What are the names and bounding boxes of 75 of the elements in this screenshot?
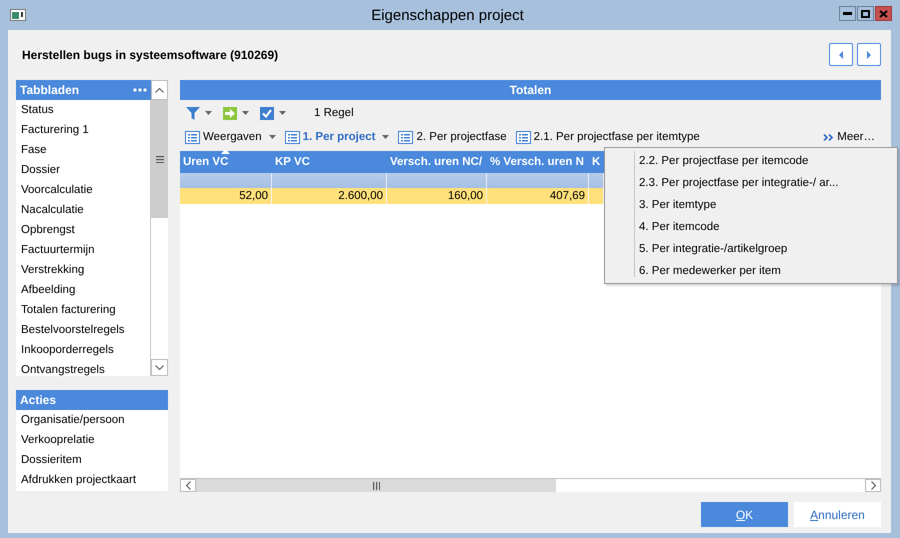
column-header[interactable]: KP VC xyxy=(272,151,387,173)
filter-icon xyxy=(186,106,200,120)
column-header[interactable]: Versch. uren NC/ xyxy=(387,151,487,173)
scroll-up-button[interactable] xyxy=(151,80,168,100)
panel-item[interactable]: Fase xyxy=(16,140,150,160)
menu-item[interactable]: 5. Per integratie-/artikelgroep xyxy=(605,238,897,260)
close-button[interactable] xyxy=(875,6,892,21)
table-cell: 52,00 xyxy=(180,188,272,204)
window-title: Eigenschappen project xyxy=(370,6,525,24)
panel-item[interactable]: Inkooporderregels xyxy=(16,340,150,360)
record-count: 1 Regel xyxy=(314,107,354,119)
panel-item[interactable]: Status xyxy=(16,100,150,120)
next-button[interactable] xyxy=(857,43,881,66)
view-tab[interactable]: Weergaven xyxy=(185,130,276,144)
panel-item[interactable]: Dossier xyxy=(16,160,150,180)
double-chevron-icon xyxy=(823,134,834,140)
caret-icon xyxy=(242,111,249,115)
menu-item[interactable]: 2.3. Per projectfase per integratie-/ ar... xyxy=(605,172,897,194)
menu-item[interactable]: 3. Per itemtype xyxy=(605,194,897,216)
caret-icon xyxy=(205,111,212,115)
panel-item[interactable]: Totalen facturering xyxy=(16,300,150,320)
panel-item[interactable]: Verstrekking xyxy=(16,260,150,280)
more-button[interactable]: Meer… xyxy=(823,131,875,143)
menu-item[interactable]: 2.2. Per projectfase per itemcode xyxy=(605,150,897,172)
maximize-button[interactable] xyxy=(857,6,874,21)
minimize-icon xyxy=(843,12,852,15)
column-header[interactable]: Uren VC xyxy=(180,151,272,173)
view-tab[interactable]: 2. Per projectfase xyxy=(398,130,507,144)
panel-item[interactable]: Bestelvoorstelregels xyxy=(16,320,150,340)
minimize-button[interactable] xyxy=(839,6,856,21)
more-icon xyxy=(133,88,147,92)
list-view-icon xyxy=(398,130,414,144)
table-cell: 160,00 xyxy=(387,188,487,204)
table-cell: 407,69 xyxy=(487,188,589,204)
panel-item[interactable]: Nacalculatie xyxy=(16,200,150,220)
column-header[interactable]: % Versch. uren N xyxy=(487,151,589,173)
panel-item[interactable]: Dossieritem xyxy=(16,450,168,470)
panel-item[interactable]: Afdrukken projectkaart xyxy=(16,470,168,490)
panel-title: Acties xyxy=(20,393,56,407)
panel-item[interactable]: Voorcalculatie xyxy=(16,180,150,200)
column-header[interactable]: K xyxy=(589,151,604,173)
left-triangle-icon xyxy=(839,50,843,58)
panel-item[interactable]: Afbeelding xyxy=(16,280,150,300)
ok-button[interactable]: OK xyxy=(701,502,788,527)
window-icon xyxy=(10,9,26,21)
panel-item[interactable]: Organisatie/persoon xyxy=(16,410,168,430)
caret-icon xyxy=(279,111,286,115)
table-cell: 2.600,00 xyxy=(272,188,387,204)
list-view-icon xyxy=(185,130,200,144)
panel-title: Tabbladen xyxy=(20,83,80,97)
panel-item[interactable]: Ontvangstregels xyxy=(16,360,150,376)
project-title: Herstellen bugs in systeemsoftware (910269) xyxy=(21,48,278,62)
previous-button[interactable] xyxy=(829,43,853,66)
menu-item[interactable]: 6. Per medewerker per item xyxy=(605,260,897,282)
arrow-right-icon xyxy=(223,106,237,120)
vertical-scrollbar[interactable] xyxy=(150,100,168,376)
view-tab[interactable]: 1. Per project xyxy=(284,130,390,144)
right-triangle-icon xyxy=(867,50,871,58)
grip-icon xyxy=(372,482,380,490)
view-tab[interactable]: 2.1. Per projectfase per itemtype xyxy=(516,130,700,144)
panel-item[interactable]: Verkooprelatie xyxy=(16,430,168,450)
grip-icon xyxy=(156,156,164,162)
horizontal-scrollbar[interactable] xyxy=(180,478,881,492)
cancel-button[interactable]: Annuleren xyxy=(794,502,881,527)
list-view-icon xyxy=(516,130,531,144)
panel-item[interactable]: Opbrengst xyxy=(16,220,150,240)
maximize-icon xyxy=(861,10,870,18)
panel-item[interactable]: Facturering 1 xyxy=(16,120,150,140)
close-icon xyxy=(879,10,888,18)
section-title: Totalen xyxy=(510,83,552,97)
sort-arrow-icon xyxy=(221,149,230,154)
panel-item[interactable]: Factuurtermijn xyxy=(16,240,150,260)
menu-item[interactable]: 4. Per itemcode xyxy=(605,216,897,238)
list-view-icon xyxy=(284,130,300,144)
checkbox-icon xyxy=(260,106,274,120)
